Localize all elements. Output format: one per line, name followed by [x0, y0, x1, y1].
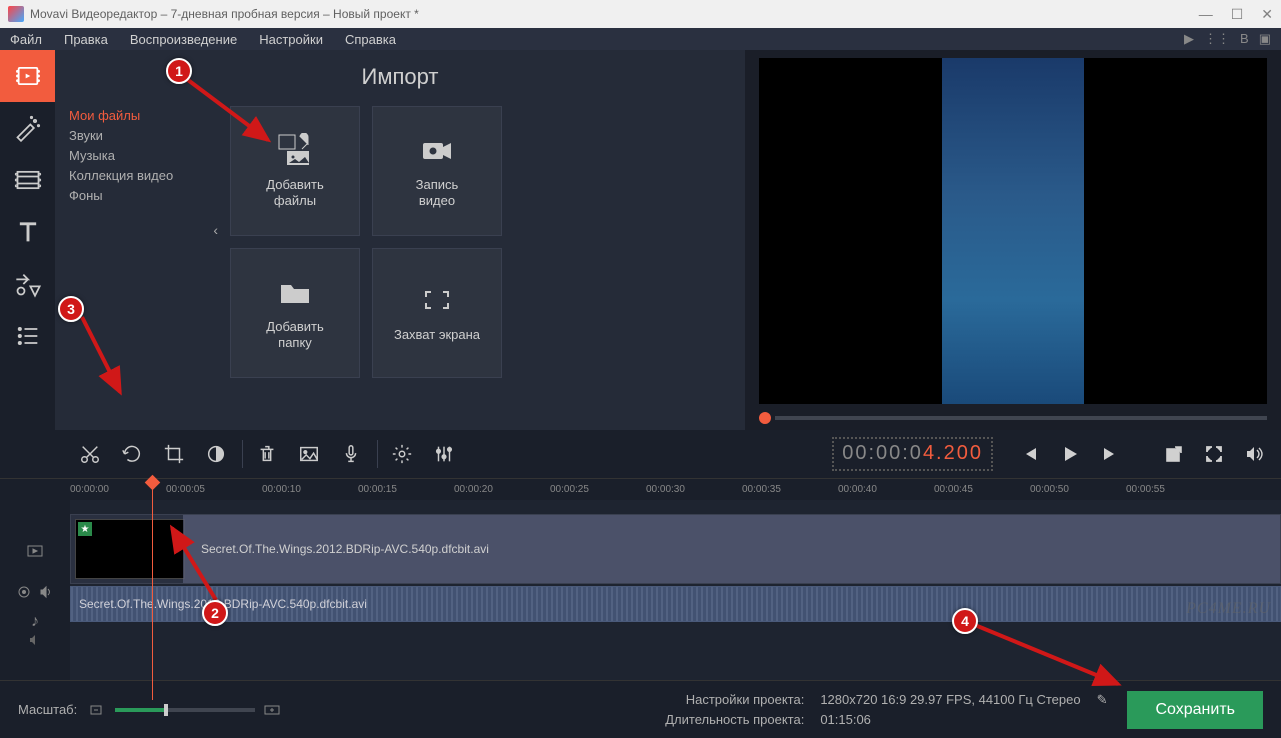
duration-label: Длительность проекта: [634, 710, 804, 730]
video-clip-name: Secret.Of.The.Wings.2012.BDRip-AVC.540p.… [201, 542, 489, 556]
annotation-1: 1 [166, 58, 192, 84]
sidebar-item-myfiles[interactable]: Мои файлы [69, 106, 210, 126]
timeline-ruler[interactable]: 00:00:00 00:00:05 00:00:10 00:00:15 00:0… [0, 478, 1281, 500]
import-title: Импорт [55, 50, 745, 100]
music-track-icon[interactable]: ♪ [0, 610, 70, 650]
minimize-button[interactable]: — [1199, 6, 1213, 23]
sidebar-item-backgrounds[interactable]: Фоны [69, 186, 210, 206]
window-titlebar: Movavi Видеоредактор – 7-дневная пробная… [0, 0, 1281, 28]
preview-panel [745, 50, 1281, 430]
audio-track-clip[interactable]: Secret.Of.The.Wings.2012.BDRip-AVC.540p.… [70, 586, 1281, 622]
maximize-button[interactable]: ☐ [1231, 6, 1244, 23]
camera-icon[interactable]: ▣ [1259, 31, 1271, 47]
cut-button[interactable] [70, 434, 110, 474]
settings-button[interactable] [382, 434, 422, 474]
add-folder-tile[interactable]: Добавить папку [230, 248, 360, 378]
timeline: ♪ ★ Secret.Of.The.Wings.2012.BDRip-AVC.5… [0, 500, 1281, 680]
collapse-sidebar-icon[interactable]: ‹ [213, 220, 218, 240]
tab-callouts[interactable] [0, 258, 55, 310]
annotation-4: 4 [952, 608, 978, 634]
preview-seekbar[interactable] [759, 410, 1267, 426]
crop-button[interactable] [154, 434, 194, 474]
delete-button[interactable] [247, 434, 287, 474]
video-track-clip[interactable]: ★ Secret.Of.The.Wings.2012.BDRip-AVC.540… [70, 514, 1281, 584]
prev-button[interactable] [1013, 437, 1047, 471]
timecode-display: 00:00:04.200 [832, 437, 993, 471]
record-video-tile[interactable]: Запись видео [372, 106, 502, 236]
import-panel: Импорт Мои файлы Звуки Музыка Коллекция … [55, 50, 745, 430]
add-files-tile[interactable]: Добавить файлы [230, 106, 360, 236]
scale-label: Масштаб: [18, 702, 77, 717]
annotation-2: 2 [202, 600, 228, 626]
equalizer-button[interactable] [424, 434, 464, 474]
import-sidebar: Мои файлы Звуки Музыка Коллекция видео Ф… [55, 100, 210, 378]
next-button[interactable] [1093, 437, 1127, 471]
play-button[interactable] [1053, 437, 1087, 471]
menu-settings[interactable]: Настройки [259, 32, 323, 47]
app-icon [8, 6, 24, 22]
menubar: Файл Правка Воспроизведение Настройки Сп… [0, 28, 1281, 50]
sidebar-item-sounds[interactable]: Звуки [69, 126, 210, 146]
preview-clip [942, 58, 1084, 404]
clip-thumbnail: ★ [75, 519, 185, 579]
mic-button[interactable] [331, 434, 371, 474]
menu-edit[interactable]: Правка [64, 32, 108, 47]
tab-filters[interactable] [0, 102, 55, 154]
edit-settings-icon[interactable]: ✎ [1097, 690, 1108, 710]
rotate-button[interactable] [112, 434, 152, 474]
window-title: Movavi Видеоредактор – 7-дневная пробная… [30, 7, 1199, 21]
zoom-in-icon[interactable] [263, 703, 281, 717]
tab-import[interactable] [0, 50, 55, 102]
tab-titles[interactable] [0, 206, 55, 258]
zoom-slider[interactable] [115, 708, 255, 712]
share-icon[interactable]: ⋮⋮ [1204, 31, 1230, 47]
menu-playback[interactable]: Воспроизведение [130, 32, 237, 47]
left-tool-tabs [0, 50, 55, 430]
seekbar-playhead-icon[interactable] [759, 412, 771, 424]
close-button[interactable]: ✕ [1261, 6, 1273, 23]
audio-track-icon[interactable] [0, 574, 70, 610]
vk-icon[interactable]: B [1240, 31, 1249, 47]
menu-file[interactable]: Файл [10, 32, 42, 47]
color-button[interactable] [196, 434, 236, 474]
playhead-icon[interactable] [152, 479, 153, 700]
editor-toolbar: 00:00:04.200 [0, 430, 1281, 478]
image-button[interactable] [289, 434, 329, 474]
seekbar-track[interactable] [775, 416, 1267, 420]
volume-button[interactable] [1237, 437, 1271, 471]
project-settings-value: 1280x720 16:9 29.97 FPS, 44100 Гц Стерео [820, 690, 1080, 710]
sidebar-item-videocollection[interactable]: Коллекция видео [69, 166, 210, 186]
sidebar-item-music[interactable]: Музыка [69, 146, 210, 166]
watermark: PC4ME.RU [1186, 600, 1271, 618]
duration-value: 01:15:06 [820, 710, 871, 730]
zoom-out-icon[interactable] [89, 703, 107, 717]
tab-more[interactable] [0, 310, 55, 362]
fullscreen-button[interactable] [1197, 437, 1231, 471]
annotation-3: 3 [58, 296, 84, 322]
popout-button[interactable] [1157, 437, 1191, 471]
youtube-icon[interactable]: ▶ [1184, 31, 1194, 47]
star-icon: ★ [78, 522, 92, 536]
menu-help[interactable]: Справка [345, 32, 396, 47]
video-track-icon[interactable] [0, 528, 70, 574]
save-button[interactable]: Сохранить [1127, 691, 1263, 729]
preview-screen[interactable] [759, 58, 1267, 404]
screen-capture-tile[interactable]: Захват экрана [372, 248, 502, 378]
project-settings-label: Настройки проекта: [634, 690, 804, 710]
bottombar: Масштаб: Настройки проекта: 1280x720 16:… [0, 680, 1281, 738]
tab-transitions[interactable] [0, 154, 55, 206]
